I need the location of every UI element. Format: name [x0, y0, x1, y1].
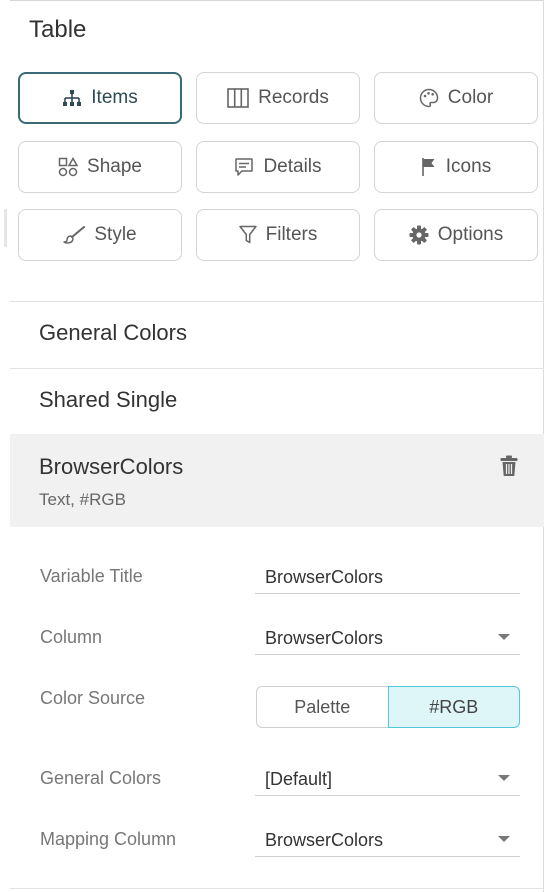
column-value: BrowserColors	[265, 628, 384, 648]
trash-icon[interactable]	[500, 455, 518, 482]
icons-button[interactable]: Icons	[374, 141, 538, 193]
panel-resize-handle[interactable]	[4, 209, 7, 247]
items-button-label: Items	[91, 87, 138, 108]
variable-title-label: Variable Title	[40, 566, 143, 586]
color-source-label: Color Source	[40, 688, 146, 708]
color-source-toggle: Palette #RGB	[256, 686, 520, 728]
details-button[interactable]: Details	[196, 141, 360, 193]
mapping-column-value: BrowserColors	[265, 830, 384, 850]
shape-button[interactable]: Shape	[18, 141, 182, 193]
brush-icon	[63, 226, 86, 244]
color-list-item-subtitle: Text, #RGB	[39, 490, 126, 509]
hierarchy-icon	[62, 89, 82, 107]
color-list-item-label: General Colors	[39, 320, 187, 345]
style-button[interactable]: Style	[18, 209, 182, 261]
mapping-column-select[interactable]: BrowserColors	[255, 823, 520, 857]
filters-button-label: Filters	[265, 224, 318, 245]
color-source-rgb-option[interactable]: #RGB	[387, 686, 520, 728]
color-list-item-label: BrowserColors	[39, 454, 184, 479]
chevron-down-icon	[498, 775, 510, 781]
gear-icon	[409, 225, 429, 245]
variable-title-value: BrowserColors	[265, 567, 384, 587]
funnel-icon	[238, 225, 257, 245]
bottom-border	[10, 888, 544, 889]
color-button[interactable]: Color	[374, 72, 538, 124]
icons-button-label: Icons	[445, 156, 492, 177]
options-button[interactable]: Options	[374, 209, 538, 261]
details-button-label: Details	[263, 156, 322, 177]
palette-icon	[419, 88, 439, 108]
color-button-label: Color	[447, 87, 494, 108]
style-button-label: Style	[94, 224, 137, 245]
general-colors-label: General Colors	[40, 768, 162, 788]
color-list-item-general-colors[interactable]: General Colors	[10, 302, 544, 368]
chevron-down-icon	[498, 836, 510, 842]
panel-title: Table	[29, 16, 87, 43]
mapping-column-label: Mapping Column	[40, 829, 177, 849]
comment-icon	[234, 157, 254, 177]
general-colors-select[interactable]: [Default]	[255, 762, 520, 796]
chevron-down-icon	[498, 634, 510, 640]
flag-icon	[421, 157, 437, 177]
records-button-label: Records	[258, 87, 329, 108]
top-border	[10, 0, 544, 1]
color-list-item-browsercolors[interactable]: BrowserColors Text, #RGB	[10, 434, 544, 527]
items-button[interactable]: Items	[18, 72, 182, 124]
column-label: Column	[40, 627, 103, 647]
variable-title-input[interactable]: BrowserColors	[255, 560, 520, 594]
general-colors-value: [Default]	[265, 769, 333, 789]
records-button[interactable]: Records	[196, 72, 360, 124]
color-source-palette-option[interactable]: Palette	[256, 686, 388, 728]
filters-button[interactable]: Filters	[196, 209, 360, 261]
shape-button-label: Shape	[87, 156, 142, 177]
options-button-label: Options	[437, 224, 504, 245]
shapes-icon	[58, 157, 79, 177]
column-select[interactable]: BrowserColors	[255, 621, 520, 655]
color-list-item-shared-single[interactable]: Shared Single	[10, 369, 544, 435]
color-list-item-label: Shared Single	[39, 387, 178, 412]
columns-icon	[227, 88, 249, 108]
